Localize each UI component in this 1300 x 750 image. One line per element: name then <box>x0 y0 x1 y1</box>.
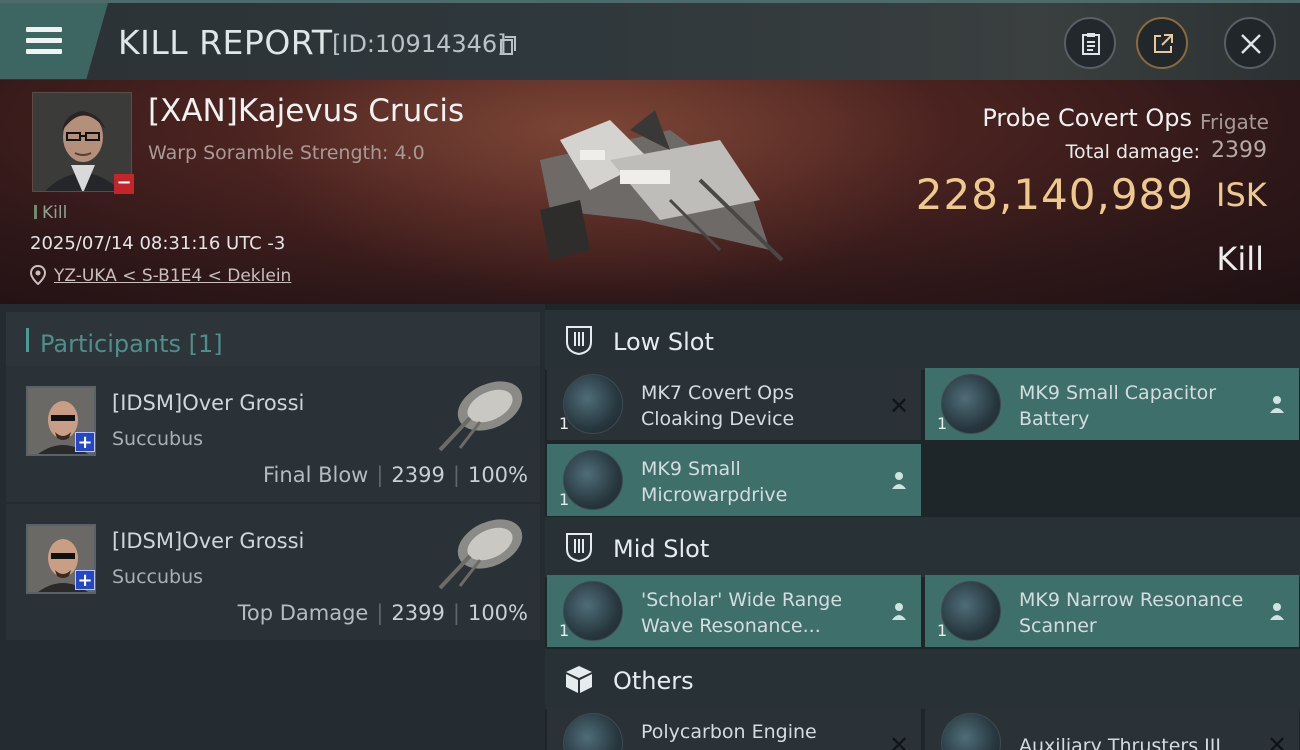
low-slot-icon <box>566 326 592 356</box>
participants-panel: Participants [1] + [IDSM]Over Grossi Suc… <box>0 304 545 750</box>
participant-stats: Top Damage | 2399 | 100% <box>237 601 528 625</box>
slot-item-capacitor-battery[interactable]: 1 MK9 Small Capacitor Battery <box>925 368 1299 440</box>
others-header: Others <box>545 649 1300 709</box>
participant-ship: Succubus <box>112 428 204 450</box>
others-label: Others <box>613 667 694 695</box>
succubus-ship-icon <box>438 381 523 452</box>
destroyed-icon: ✕ <box>889 392 910 420</box>
item-name: MK9 Narrow Resonance Scanner <box>1019 589 1244 637</box>
low-slot-header: Low Slot <box>545 310 1300 370</box>
hostile-badge: − <box>114 174 134 194</box>
slot-item-narrow-resonance-scanner[interactable]: 1 MK9 Narrow Resonance Scanner <box>925 575 1299 647</box>
item-name: MK9 Small Capacitor Battery <box>1019 382 1217 430</box>
participant-card[interactable]: + [IDSM]Over Grossi Succubus Final Blow |… <box>6 366 540 502</box>
cloaking-device-icon <box>563 374 623 434</box>
slot-item-microwarpdrive[interactable]: 1 MK9 Small Microwarpdrive <box>547 444 921 516</box>
participants-title: Participants [1] <box>40 330 223 358</box>
location-pin-icon <box>30 265 46 285</box>
report-id: [ID:10914346] <box>332 30 507 58</box>
share-button[interactable] <box>1136 17 1188 69</box>
succubus-ship-icon <box>438 519 523 590</box>
clipboard-icon <box>1082 33 1100 55</box>
close-icon <box>1241 34 1261 54</box>
menu-button[interactable] <box>0 3 108 79</box>
participant-percent: 100% <box>467 463 528 487</box>
participant-stat-label: Top Damage <box>237 601 369 625</box>
item-quantity: 1 <box>559 490 570 509</box>
engine-icon <box>563 713 623 750</box>
copy-icon[interactable] <box>500 36 517 56</box>
victim-name[interactable]: [XAN]Kajevus Crucis <box>148 93 464 129</box>
mid-slot-label: Mid Slot <box>613 535 710 563</box>
item-name: MK9 Small Microwarpdrive <box>641 458 788 506</box>
close-button[interactable] <box>1224 17 1276 69</box>
item-name: MK7 Covert Ops Cloaking Device <box>641 382 795 430</box>
microwarpdrive-icon <box>563 450 623 510</box>
hamburger-icon <box>26 27 62 60</box>
share-icon <box>1154 34 1173 53</box>
person-icon <box>892 603 906 620</box>
victim-ship-image <box>540 110 784 262</box>
participants-header: Participants [1] <box>6 312 540 368</box>
slot-item-polycarbon-engine[interactable]: Polycarbon Engine ✕ <box>547 707 921 750</box>
participant-damage: 2399 <box>391 601 445 625</box>
participant-name[interactable]: [IDSM]Over Grossi <box>112 391 304 415</box>
item-quantity: 1 <box>559 414 570 433</box>
participant-name[interactable]: [IDSM]Over Grossi <box>112 529 304 553</box>
participant-percent: 100% <box>467 601 528 625</box>
person-icon <box>1270 603 1284 620</box>
item-quantity: 1 <box>937 414 948 433</box>
destroyed-icon: ✕ <box>1267 731 1288 750</box>
mid-slot-icon <box>566 533 592 563</box>
kill-datetime: 2025/07/14 08:31:16 UTC -3 <box>30 233 286 254</box>
destroyed-icon: ✕ <box>889 731 910 750</box>
participant-damage: 2399 <box>391 463 445 487</box>
report-button[interactable] <box>1064 17 1116 69</box>
slot-item-cloaking-device[interactable]: 1 MK7 Covert Ops Cloaking Device ✕ <box>547 368 921 440</box>
item-name: Auxiliary Thrusters III <box>1019 735 1221 750</box>
item-quantity: 1 <box>559 621 570 640</box>
person-icon <box>892 472 906 489</box>
participant-stats: Final Blow | 2399 | 100% <box>263 463 528 487</box>
isk-unit: ISK <box>1216 176 1267 214</box>
participant-card[interactable]: + [IDSM]Over Grossi Succubus Top Damage |… <box>6 504 540 640</box>
page-title: KILL REPORT <box>118 23 333 62</box>
fitting-panel: Low Slot 1 MK7 Covert Ops Cloaking Devic… <box>545 304 1300 750</box>
ally-badge: + <box>75 570 95 590</box>
item-name: 'Scholar' Wide Range Wave Resonance... <box>641 589 843 637</box>
victim-ship-name[interactable]: Probe Covert Ops <box>982 104 1192 132</box>
capacitor-battery-icon <box>941 374 1001 434</box>
kill-tag: Kill <box>34 203 67 223</box>
thruster-icon <box>941 713 1001 750</box>
slot-item-wave-resonance[interactable]: 1 'Scholar' Wide Range Wave Resonance... <box>547 575 921 647</box>
location-link[interactable]: YZ-UKA < S-B1E4 < Deklein <box>54 266 291 286</box>
participant-stat-label: Final Blow <box>263 463 369 487</box>
ally-badge: + <box>75 432 95 452</box>
resonance-scanner-icon <box>941 581 1001 641</box>
item-quantity: 1 <box>937 621 948 640</box>
item-name: Polycarbon Engine <box>641 721 817 743</box>
header-accent-bar <box>26 328 29 352</box>
person-icon <box>1270 396 1284 413</box>
slot-item-auxiliary-thrusters[interactable]: Auxiliary Thrusters III ✕ <box>925 707 1299 750</box>
top-bar: KILL REPORT [ID:10914346] <box>0 0 1300 80</box>
victim-ship-class: Frigate <box>1200 110 1269 134</box>
warp-scramble-strength: Warp Soramble Strength: 4.0 <box>148 142 425 164</box>
isk-value: 228,140,989 <box>915 170 1194 219</box>
total-damage-label: Total damage: <box>1065 141 1200 163</box>
cube-icon <box>566 666 592 693</box>
mid-slot-header: Mid Slot <box>545 517 1300 577</box>
participant-ship: Succubus <box>112 566 204 588</box>
low-slot-label: Low Slot <box>613 328 714 356</box>
total-damage-value: 2399 <box>1211 138 1267 163</box>
resonance-scanner-icon <box>563 581 623 641</box>
result-label: Kill <box>1216 240 1264 278</box>
